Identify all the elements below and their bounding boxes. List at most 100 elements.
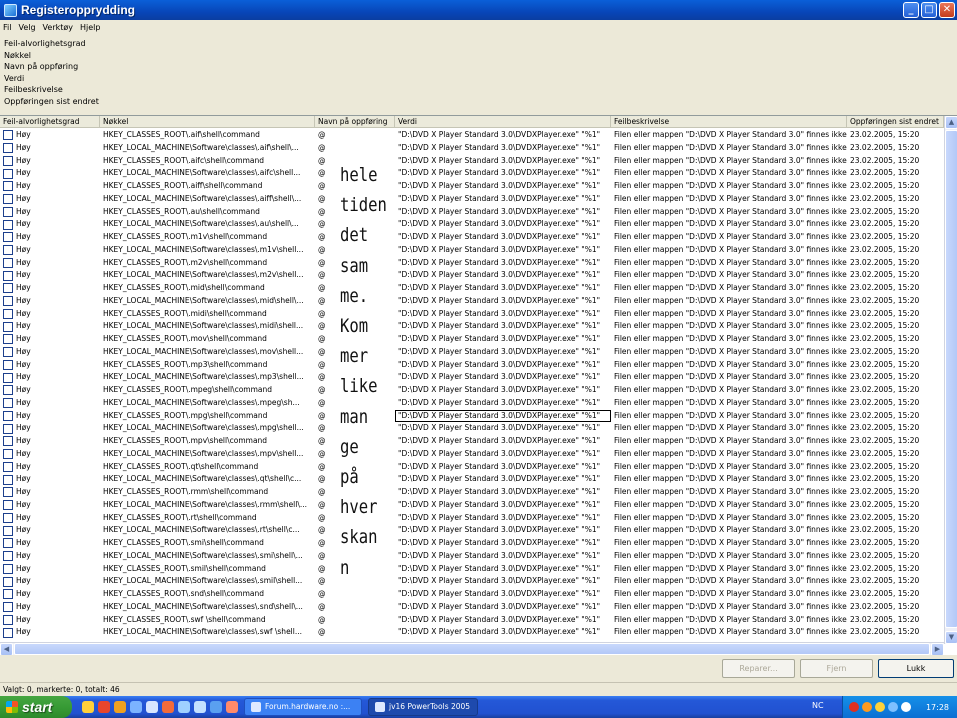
- table-row[interactable]: Høy HKEY_CLASSES_ROOT\.midi\shell\command…: [0, 308, 944, 321]
- row-checkbox[interactable]: [3, 168, 13, 179]
- row-checkbox[interactable]: [3, 321, 13, 332]
- table-row[interactable]: Høy HKEY_LOCAL_MACHINE\Software\classes\.…: [0, 601, 944, 614]
- row-checkbox[interactable]: [3, 181, 13, 192]
- row-checkbox[interactable]: [3, 385, 13, 396]
- table-row[interactable]: Høy HKEY_CLASSES_ROOT\.au\shell\command @ "…: [0, 206, 944, 219]
- close-button[interactable]: Lukk: [878, 659, 954, 678]
- remove-button[interactable]: Fjern: [800, 659, 873, 678]
- title-bar[interactable]: Registeropprydding _ □ ✕: [0, 0, 957, 20]
- table-row[interactable]: Høy HKEY_LOCAL_MACHINE\Software\classes\.…: [0, 218, 944, 231]
- column-header-value[interactable]: Verdi: [395, 116, 611, 128]
- browser-icon[interactable]: [98, 701, 110, 713]
- row-checkbox[interactable]: [3, 283, 13, 294]
- tray-icon[interactable]: [901, 702, 911, 712]
- table-row[interactable]: Høy HKEY_LOCAL_MACHINE\Software\classes\.…: [0, 448, 944, 461]
- table-row[interactable]: Høy HKEY_CLASSES_ROOT\.mp3\shell\command @…: [0, 359, 944, 372]
- row-checkbox[interactable]: [3, 308, 13, 319]
- app-icon[interactable]: [226, 701, 238, 713]
- table-row[interactable]: Høy HKEY_LOCAL_MACHINE\Software\classes\.…: [0, 422, 944, 435]
- table-row[interactable]: Høy HKEY_LOCAL_MACHINE\Software\classes\.…: [0, 295, 944, 308]
- table-row[interactable]: Høy HKEY_LOCAL_MACHINE\Software\classes\.…: [0, 167, 944, 180]
- start-button[interactable]: start: [0, 696, 72, 718]
- row-checkbox[interactable]: [3, 410, 13, 421]
- row-checkbox[interactable]: [3, 500, 13, 511]
- row-checkbox[interactable]: [3, 347, 13, 358]
- taskbar-item-forum[interactable]: Forum.hardware.no :...: [244, 698, 362, 716]
- close-icon[interactable]: ✕: [939, 2, 955, 18]
- table-row[interactable]: Høy HKEY_LOCAL_MACHINE\Software\classes\.…: [0, 371, 944, 384]
- app-icon[interactable]: [162, 701, 174, 713]
- table-row[interactable]: Høy HKEY_LOCAL_MACHINE\Software\classes\.…: [0, 320, 944, 333]
- row-checkbox[interactable]: [3, 576, 13, 587]
- row-checkbox[interactable]: [3, 334, 13, 345]
- table-row[interactable]: Høy HKEY_CLASSES_ROOT\.mpv\shell\command @…: [0, 435, 944, 448]
- row-checkbox[interactable]: [3, 155, 13, 166]
- tray-icon[interactable]: [849, 702, 859, 712]
- table-row[interactable]: Høy HKEY_CLASSES_ROOT\.rmm\shell\command @…: [0, 486, 944, 499]
- row-checkbox[interactable]: [3, 487, 13, 498]
- row-checkbox[interactable]: [3, 525, 13, 536]
- tray-icon[interactable]: [888, 702, 898, 712]
- row-checkbox[interactable]: [3, 194, 13, 205]
- app-icon[interactable]: [178, 701, 190, 713]
- table-row[interactable]: Høy HKEY_LOCAL_MACHINE\Software\classes\.…: [0, 499, 944, 512]
- vertical-scroll-thumb[interactable]: [945, 130, 957, 628]
- row-checkbox[interactable]: [3, 589, 13, 600]
- minimize-icon[interactable]: _: [903, 2, 919, 18]
- table-row[interactable]: Høy HKEY_CLASSES_ROOT\.m2v\shell\command @…: [0, 257, 944, 270]
- menu-hjelp[interactable]: Hjelp: [80, 23, 100, 32]
- table-row[interactable]: Høy HKEY_CLASSES_ROOT\.mpeg\shell\command…: [0, 384, 944, 397]
- column-header-key[interactable]: Nøkkel: [100, 116, 315, 128]
- row-checkbox[interactable]: [3, 423, 13, 434]
- row-checkbox[interactable]: [3, 512, 13, 523]
- table-row[interactable]: Høy HKEY_CLASSES_ROOT\.rt\shell\command @ "…: [0, 512, 944, 525]
- vertical-scrollbar[interactable]: ▲ ▼: [944, 116, 957, 644]
- table-row[interactable]: Høy HKEY_CLASSES_ROOT\.aif\shell\command @…: [0, 129, 944, 142]
- taskbar-item-powertools[interactable]: jv16 PowerTools 2005: [368, 698, 478, 716]
- repair-button[interactable]: Reparer...: [722, 659, 795, 678]
- row-checkbox[interactable]: [3, 627, 13, 638]
- horizontal-scrollbar[interactable]: ◀ ▶: [0, 642, 944, 655]
- row-checkbox[interactable]: [3, 219, 13, 230]
- table-row[interactable]: Høy HKEY_CLASSES_ROOT\.smi\shell\command @…: [0, 537, 944, 550]
- app-icon[interactable]: [114, 701, 126, 713]
- row-checkbox[interactable]: [3, 449, 13, 460]
- menu-fil[interactable]: Fil: [3, 23, 11, 32]
- column-header-description[interactable]: Feilbeskrivelse: [611, 116, 847, 128]
- app-icon[interactable]: [194, 701, 206, 713]
- menu-velg[interactable]: Velg: [18, 23, 35, 32]
- table-row[interactable]: Høy HKEY_CLASSES_ROOT\.mid\shell\command @…: [0, 282, 944, 295]
- table-row[interactable]: Høy HKEY_LOCAL_MACHINE\Software\classes\.…: [0, 193, 944, 206]
- row-checkbox[interactable]: [3, 474, 13, 485]
- table-row[interactable]: Høy HKEY_CLASSES_ROOT\.qt\shell\command @ "…: [0, 461, 944, 474]
- row-checkbox[interactable]: [3, 257, 13, 268]
- table-row[interactable]: Høy HKEY_LOCAL_MACHINE\Software\classes\.…: [0, 626, 944, 639]
- table-row[interactable]: Høy HKEY_CLASSES_ROOT\.aiff\shell\command…: [0, 180, 944, 193]
- tray-icon[interactable]: [862, 702, 872, 712]
- row-checkbox[interactable]: [3, 372, 13, 383]
- menu-verktoy[interactable]: Verktøy: [43, 23, 73, 32]
- row-checkbox[interactable]: [3, 614, 13, 625]
- row-checkbox[interactable]: [3, 602, 13, 613]
- table-row[interactable]: Høy HKEY_CLASSES_ROOT\.m1v\shell\command @…: [0, 231, 944, 244]
- maximize-icon[interactable]: □: [921, 2, 937, 18]
- row-checkbox[interactable]: [3, 551, 13, 562]
- table-row[interactable]: Høy HKEY_LOCAL_MACHINE\Software\classes\.…: [0, 269, 944, 282]
- row-checkbox[interactable]: [3, 270, 13, 281]
- table-row[interactable]: Høy HKEY_CLASSES_ROOT\.smil\shell\command…: [0, 563, 944, 576]
- row-checkbox[interactable]: [3, 359, 13, 370]
- table-row[interactable]: Høy HKEY_LOCAL_MACHINE\Software\classes\.…: [0, 142, 944, 155]
- table-row[interactable]: Høy HKEY_LOCAL_MACHINE\Software\classes\.…: [0, 397, 944, 410]
- app-icon[interactable]: [146, 701, 158, 713]
- row-checkbox[interactable]: [3, 296, 13, 307]
- table-row[interactable]: Høy HKEY_LOCAL_MACHINE\Software\classes\.…: [0, 524, 944, 537]
- row-checkbox[interactable]: [3, 563, 13, 574]
- row-checkbox[interactable]: [3, 398, 13, 409]
- table-row[interactable]: Høy HKEY_LOCAL_MACHINE\Software\classes\.…: [0, 244, 944, 257]
- row-checkbox[interactable]: [3, 461, 13, 472]
- table-row[interactable]: Høy HKEY_CLASSES_ROOT\.mpg\shell\command @…: [0, 409, 944, 423]
- row-checkbox[interactable]: [3, 232, 13, 243]
- table-row[interactable]: Høy HKEY_CLASSES_ROOT\.aifc\shell\command…: [0, 155, 944, 168]
- app-icon[interactable]: [210, 701, 222, 713]
- horizontal-scroll-thumb[interactable]: [14, 643, 930, 655]
